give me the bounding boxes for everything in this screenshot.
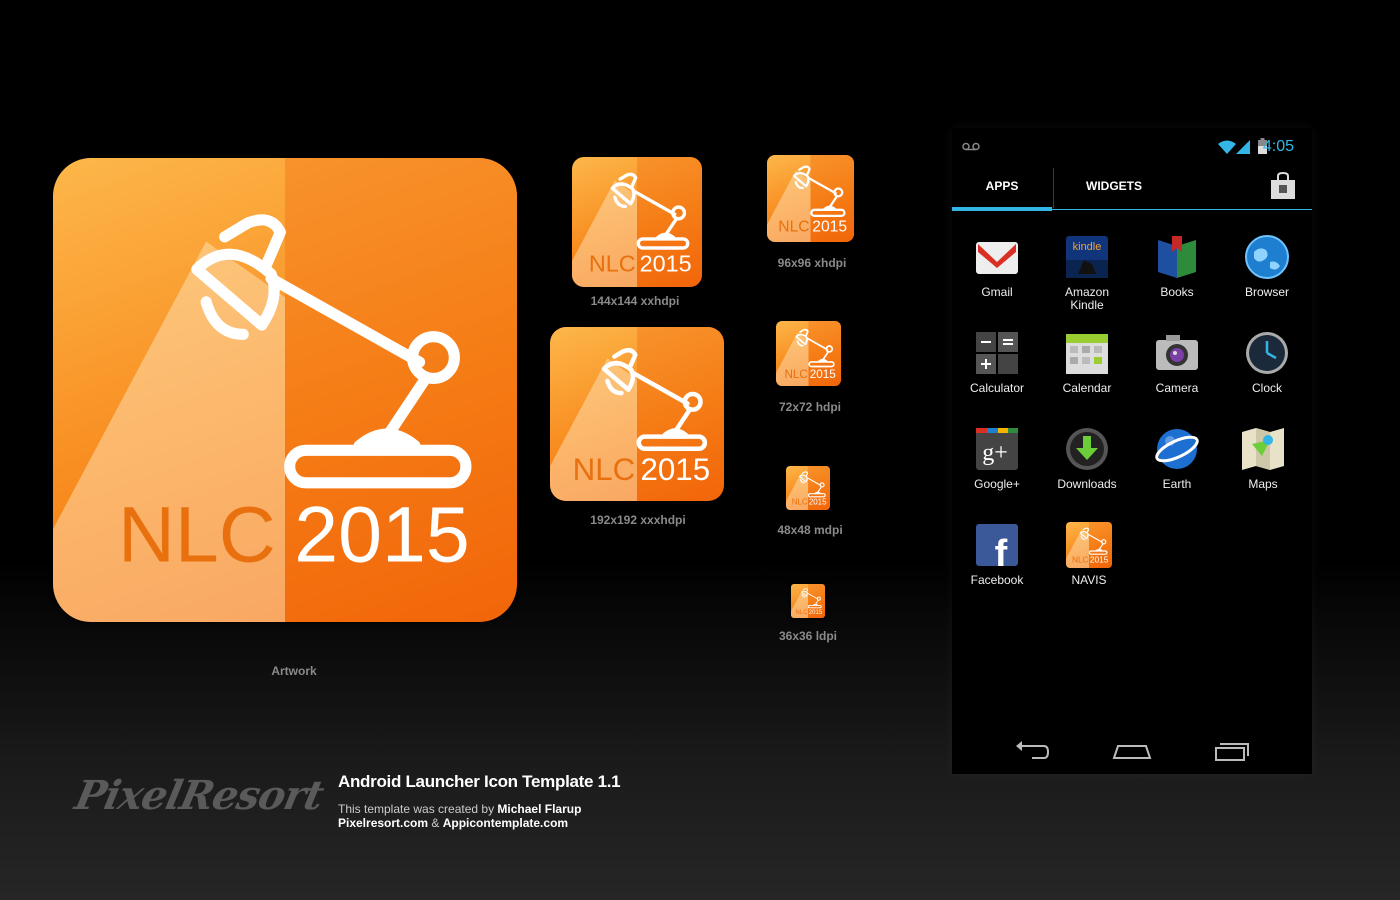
- app-books[interactable]: Books: [1132, 234, 1222, 299]
- app-downloads[interactable]: Downloads: [1042, 426, 1132, 491]
- app-label: Facebook: [970, 573, 1024, 587]
- navigation-bar: [952, 728, 1312, 774]
- gmail-icon: [976, 242, 1018, 274]
- app-facebook[interactable]: f Facebook: [952, 522, 1042, 587]
- lamp-icon-graphic: [791, 584, 825, 618]
- lamp-icon-graphic: [1066, 522, 1112, 568]
- calendar-icon: [1066, 334, 1108, 374]
- size-label-192: 192x192 xxxhdpi: [590, 513, 686, 527]
- template-title: Android Launcher Icon Template 1.1: [338, 772, 621, 791]
- app-label: Gmail: [981, 285, 1013, 299]
- size-label-144: 144x144 xxhdpi: [590, 294, 680, 308]
- tab-apps[interactable]: APPS: [952, 166, 1052, 210]
- artwork-icon: NLC 2015: [53, 158, 517, 622]
- icon-192-xxxhdpi: [550, 327, 724, 501]
- icon-48-mdpi: [786, 466, 830, 510]
- earth-icon: [1155, 429, 1199, 469]
- lamp-icon-graphic: [786, 466, 830, 510]
- google-plus-icon: g+: [976, 428, 1018, 470]
- lamp-artwork-graphic: NLC 2015: [53, 158, 517, 622]
- app-amazon-kindle[interactable]: kindle Amazon Kindle: [1042, 234, 1132, 312]
- shopping-bag-icon[interactable]: [1270, 172, 1296, 200]
- app-label: Browser: [1244, 285, 1289, 299]
- status-bar: 4:05: [952, 128, 1312, 166]
- calculator-icon: [976, 332, 1018, 374]
- status-time: 4:05: [1262, 138, 1294, 155]
- icon-36-ldpi: [791, 584, 825, 618]
- clock-icon: [1246, 332, 1288, 374]
- app-clock[interactable]: Clock: [1222, 330, 1312, 395]
- site-appicontemplate[interactable]: Appicontemplate.com: [443, 816, 568, 830]
- kindle-text: kindle: [1073, 241, 1102, 253]
- app-gmail[interactable]: Gmail: [952, 234, 1042, 299]
- app-camera[interactable]: Camera: [1132, 330, 1222, 395]
- app-earth[interactable]: Earth: [1132, 426, 1222, 491]
- app-maps[interactable]: Maps: [1218, 426, 1308, 491]
- app-label: Maps: [1248, 477, 1278, 491]
- app-label: Clock: [1251, 381, 1282, 395]
- lamp-icon-graphic: [550, 327, 724, 501]
- author-name: Michael Flarup: [497, 802, 582, 816]
- app-label: Calendar: [1062, 381, 1112, 395]
- app-drawer-tabs: APPS WIDGETS: [952, 166, 1312, 210]
- kindle-icon: kindle: [1066, 236, 1108, 278]
- app-label: Google+: [974, 477, 1020, 491]
- site-pixelresort[interactable]: Pixelresort.com: [338, 816, 428, 830]
- app-label: NAVIS: [1071, 573, 1107, 587]
- lamp-icon-graphic: [572, 157, 702, 287]
- size-label-36: 36x36 ldpi: [778, 629, 838, 643]
- facebook-icon: f: [976, 524, 1018, 568]
- pixelresort-logo: PixelResort: [71, 772, 328, 819]
- facebook-text: f: [995, 533, 1008, 568]
- lamp-icon-graphic: [767, 155, 854, 242]
- app-browser[interactable]: Browser: [1222, 234, 1312, 299]
- size-label-48: 48x48 mdpi: [777, 523, 843, 537]
- ampersand: &: [428, 816, 443, 830]
- artwork-label: Artwork: [271, 664, 317, 678]
- lamp-icon-graphic: [776, 321, 841, 386]
- back-icon[interactable]: [1012, 736, 1052, 766]
- wifi-icon: [1218, 140, 1236, 154]
- artwork-year-text: 2015: [294, 491, 469, 579]
- app-label: Calculator: [969, 381, 1025, 395]
- camera-icon: [1156, 335, 1198, 370]
- credit-prefix: This template was created by: [338, 802, 498, 816]
- browser-icon: [1245, 235, 1289, 279]
- size-label-72: 72x72 hdpi: [778, 400, 842, 414]
- app-calculator[interactable]: Calculator: [952, 330, 1042, 395]
- sites-line: Pixelresort.com & Appicontemplate.com: [338, 816, 568, 830]
- icon-144-xxhdpi: [572, 157, 702, 287]
- phone-screen: 4:05 APPS WIDGETS Gmail kindle Amazon Ki…: [952, 128, 1312, 774]
- recents-icon[interactable]: [1212, 736, 1252, 766]
- maps-icon: [1242, 428, 1284, 470]
- signal-icon: [1236, 140, 1250, 154]
- app-label: Earth: [1162, 477, 1192, 491]
- books-icon: [1158, 236, 1196, 278]
- app-label: Downloads: [1057, 477, 1117, 491]
- downloads-icon: [1066, 428, 1108, 470]
- credit-line: This template was created by Michael Fla…: [338, 802, 581, 816]
- voicemail-icon: [962, 142, 980, 151]
- app-google-plus[interactable]: g+ Google+: [952, 426, 1042, 491]
- google-plus-text: g+: [982, 440, 1008, 466]
- tab-active-indicator: [952, 207, 1052, 211]
- app-calendar[interactable]: Calendar: [1042, 330, 1132, 395]
- app-label: Amazon Kindle: [1064, 285, 1110, 312]
- navis-icon: [1066, 522, 1112, 568]
- tab-widgets[interactable]: WIDGETS: [1054, 166, 1174, 210]
- artwork-nlc-text: NLC: [118, 491, 276, 579]
- home-icon[interactable]: [1112, 736, 1152, 766]
- app-label: Books: [1160, 285, 1194, 299]
- app-navis[interactable]: NAVIS: [1044, 522, 1134, 587]
- size-label-96: 96x96 xhdpi: [777, 256, 847, 270]
- icon-72-hdpi: [776, 321, 841, 386]
- app-label: Camera: [1155, 381, 1199, 395]
- icon-96-xhdpi: [767, 155, 854, 242]
